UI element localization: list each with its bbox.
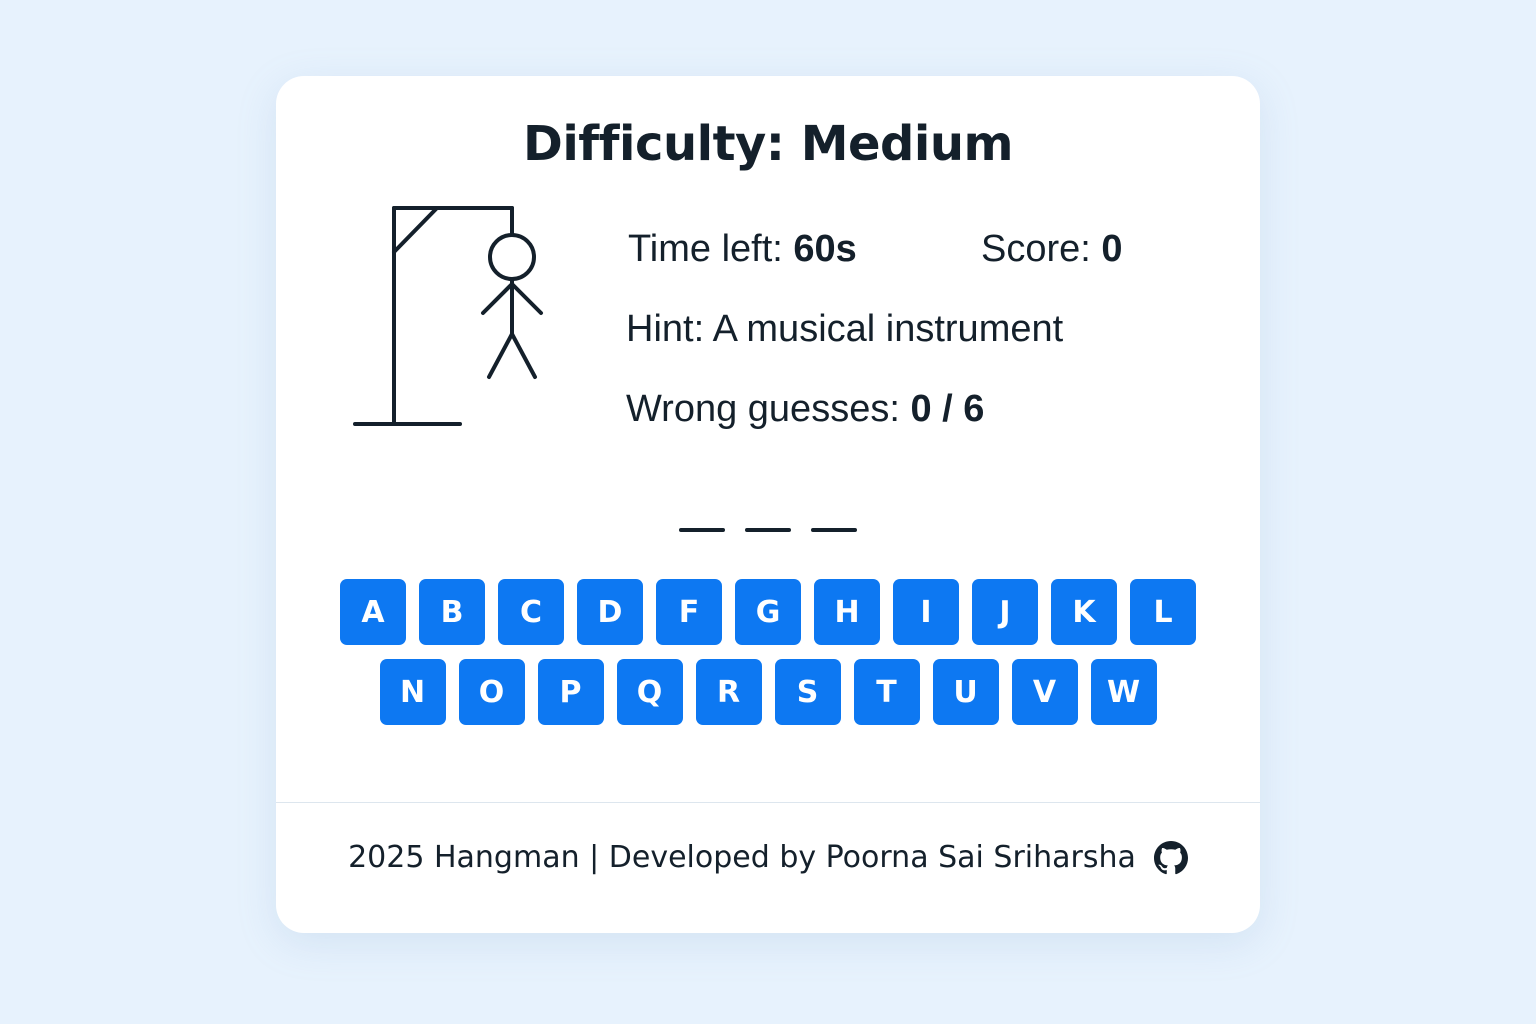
score-label: Score: xyxy=(981,228,1102,270)
score: Score: 0 xyxy=(981,228,1123,271)
timer-value: 60s xyxy=(793,228,857,270)
keyboard-row-1: ABCDFGHIJKL xyxy=(276,579,1260,645)
key-p[interactable]: P xyxy=(537,659,604,725)
key-r[interactable]: R xyxy=(695,659,762,725)
keyboard-row-2: NOPQRSTUVW xyxy=(276,659,1260,725)
key-l[interactable]: L xyxy=(1130,579,1196,645)
hangman-right-leg xyxy=(510,332,537,379)
key-b[interactable]: B xyxy=(419,579,485,645)
key-g[interactable]: G xyxy=(735,579,801,645)
hangman-left-leg xyxy=(487,332,514,379)
letter-blank xyxy=(745,528,791,532)
key-t[interactable]: T xyxy=(853,659,920,725)
gallows-brace xyxy=(392,207,438,254)
word-blanks xyxy=(276,528,1260,532)
key-v[interactable]: V xyxy=(1011,659,1078,725)
hint-text: Hint: A musical instrument xyxy=(626,308,1064,350)
wrong-guesses-value: 0 / 6 xyxy=(910,388,985,430)
wrong-guesses: Wrong guesses: 0 / 6 xyxy=(626,388,984,431)
letter-blank xyxy=(811,528,857,532)
key-w[interactable]: W xyxy=(1090,659,1157,725)
key-q[interactable]: Q xyxy=(616,659,683,725)
key-j[interactable]: J xyxy=(972,579,1038,645)
hangman-right-arm xyxy=(510,282,543,315)
key-u[interactable]: U xyxy=(932,659,999,725)
difficulty-title: Difficulty: Medium xyxy=(522,116,1014,172)
key-o[interactable]: O xyxy=(458,659,525,725)
hangman-left-arm xyxy=(481,282,514,315)
key-c[interactable]: C xyxy=(498,579,564,645)
key-f[interactable]: F xyxy=(656,579,722,645)
score-value: 0 xyxy=(1101,228,1123,270)
key-s[interactable]: S xyxy=(774,659,841,725)
hint: Hint: A musical instrument xyxy=(626,308,1063,351)
wrong-guesses-label: Wrong guesses: xyxy=(626,388,911,430)
game-card: Difficulty: Medium Time left: 60s Score:… xyxy=(276,76,1260,933)
footer-divider xyxy=(276,802,1260,803)
key-a[interactable]: A xyxy=(340,579,406,645)
hangman-drawing xyxy=(353,206,543,426)
key-d[interactable]: D xyxy=(577,579,643,645)
timer-label: Time left: xyxy=(628,228,794,270)
key-k[interactable]: K xyxy=(1051,579,1117,645)
footer: 2025 Hangman | Developed by Poorna Sai S… xyxy=(276,840,1260,875)
key-n[interactable]: N xyxy=(379,659,446,725)
key-i[interactable]: I xyxy=(893,579,959,645)
footer-text: 2025 Hangman | Developed by Poorna Sai S… xyxy=(348,840,1136,875)
github-icon[interactable] xyxy=(1153,840,1188,875)
hangman-head xyxy=(488,233,536,281)
timer: Time left: 60s xyxy=(628,228,857,271)
letter-blank xyxy=(679,528,725,532)
key-h[interactable]: H xyxy=(814,579,880,645)
